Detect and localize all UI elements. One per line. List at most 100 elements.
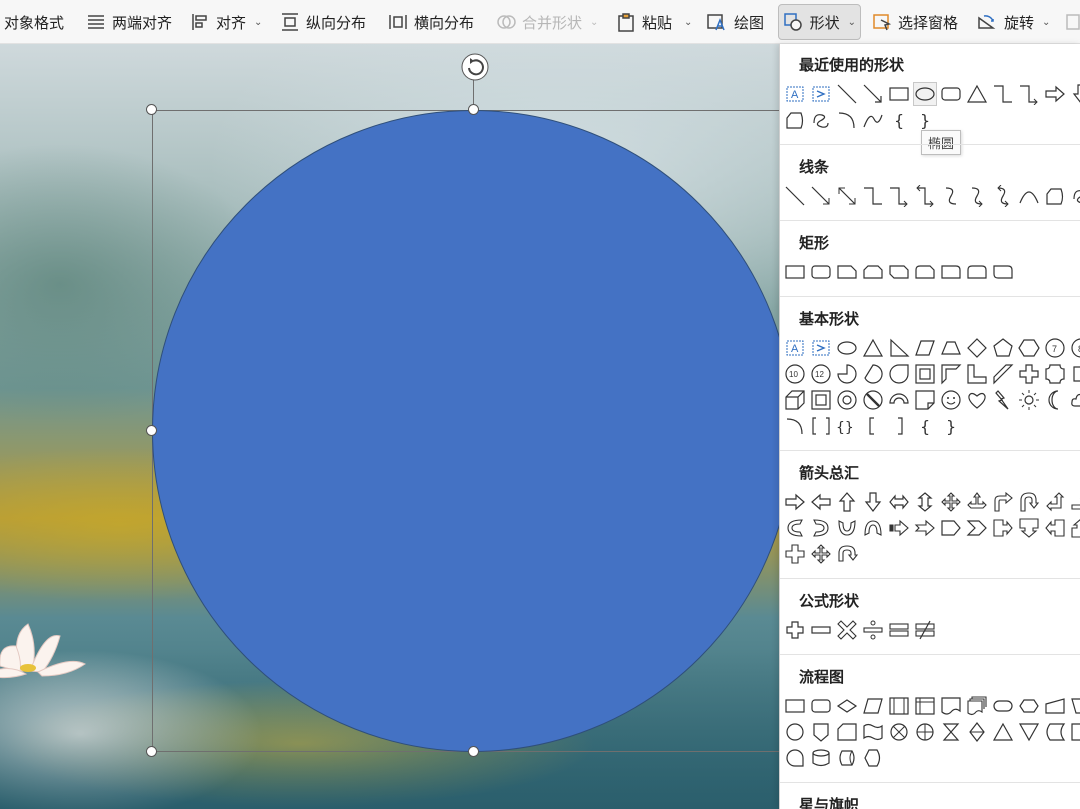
freeform-icon[interactable]	[1043, 184, 1067, 208]
sun-icon[interactable]	[1017, 388, 1041, 412]
right-brace-icon[interactable]: }	[913, 108, 937, 132]
rectangle-icon[interactable]	[783, 260, 807, 284]
quad-arrow-icon[interactable]	[809, 542, 833, 566]
no-symbol-icon[interactable]	[861, 388, 885, 412]
bent-arrow-icon[interactable]	[991, 490, 1015, 514]
shapes-button[interactable]: 形状 ⌄	[778, 4, 861, 40]
justify-button[interactable]: 两端对齐	[82, 4, 176, 40]
snip-corner-rectangle-icon[interactable]	[835, 260, 859, 284]
chevron-icon[interactable]	[965, 516, 989, 540]
minus-icon[interactable]	[809, 618, 833, 642]
up-down-arrow-icon[interactable]	[913, 490, 937, 514]
l-shape-icon[interactable]	[965, 362, 989, 386]
slide-canvas[interactable]	[0, 44, 780, 809]
flowchart-data-icon[interactable]	[861, 694, 885, 718]
curved-down-arrow-icon[interactable]	[861, 516, 885, 540]
resize-handle-bottom[interactable]	[468, 746, 479, 757]
flowchart-alternate-process-icon[interactable]	[809, 694, 833, 718]
plaque-icon[interactable]	[1043, 362, 1067, 386]
frame-icon[interactable]	[913, 362, 937, 386]
down-arrow-icon[interactable]	[1069, 82, 1080, 106]
trapezoid-icon[interactable]	[939, 336, 963, 360]
circular-arrow-icon[interactable]	[835, 542, 859, 566]
textbox-icon[interactable]: A	[783, 82, 807, 106]
quad-arrow-callout-icon[interactable]	[783, 542, 807, 566]
quad-arrow-icon[interactable]	[939, 490, 963, 514]
triangle-icon[interactable]	[861, 336, 885, 360]
line-icon[interactable]	[783, 184, 807, 208]
rectangle-icon[interactable]	[887, 82, 911, 106]
resize-handle-top-left[interactable]	[146, 104, 157, 115]
flowchart-stored-data-icon[interactable]	[1043, 720, 1067, 744]
snip-diagonal-rectangle-icon[interactable]	[887, 260, 911, 284]
paste-button[interactable]: 粘贴	[612, 4, 676, 40]
left-brace-icon[interactable]: {	[913, 414, 937, 438]
arc-icon[interactable]	[835, 108, 859, 132]
left-brace-icon[interactable]: {	[887, 108, 911, 132]
chord-icon[interactable]	[861, 362, 885, 386]
round-diagonal-rectangle-icon[interactable]	[991, 260, 1015, 284]
pentagon-icon[interactable]	[991, 336, 1015, 360]
paste-dropdown[interactable]: ⌄	[678, 4, 696, 40]
flowchart-manual-operation-icon[interactable]	[1069, 694, 1080, 718]
rotate-handle-icon[interactable]	[460, 52, 490, 82]
right-arrow-icon[interactable]	[1043, 82, 1067, 106]
right-triangle-icon[interactable]	[887, 336, 911, 360]
ellipse-icon[interactable]	[835, 336, 859, 360]
diamond-icon[interactable]	[965, 336, 989, 360]
left-arrow-callout-icon[interactable]	[1043, 516, 1067, 540]
parallelogram-icon[interactable]	[913, 336, 937, 360]
left-right-arrow-icon[interactable]	[887, 490, 911, 514]
freeform-icon[interactable]	[783, 108, 807, 132]
diagonal-stripe-icon[interactable]	[991, 362, 1015, 386]
arrow-line-icon[interactable]	[809, 184, 833, 208]
up-arrow-callout-icon[interactable]	[1069, 516, 1080, 540]
flowchart-multidocument-icon[interactable]	[965, 694, 989, 718]
rounded-rectangle-icon[interactable]	[809, 260, 833, 284]
flowchart-magnetic-disk-icon[interactable]	[809, 746, 833, 770]
triangle-icon[interactable]	[965, 82, 989, 106]
octagon-icon[interactable]: 8	[1069, 336, 1080, 360]
moon-icon[interactable]	[1043, 388, 1067, 412]
up-arrow-icon[interactable]	[835, 490, 859, 514]
curve-icon[interactable]	[1017, 184, 1041, 208]
elbow-arrow-connector-icon[interactable]	[1017, 82, 1041, 106]
flowchart-sequential-storage-icon[interactable]	[783, 746, 807, 770]
lightning-bolt-icon[interactable]	[991, 388, 1015, 412]
ellipse-icon[interactable]	[913, 82, 937, 106]
double-arrow-line-icon[interactable]	[835, 184, 859, 208]
elbow-arrow-connector-icon[interactable]	[887, 184, 911, 208]
curved-arrow-connector-icon[interactable]	[965, 184, 989, 208]
half-frame-icon[interactable]	[939, 362, 963, 386]
round-single-corner-rectangle-icon[interactable]	[939, 260, 963, 284]
snip-round-rectangle-icon[interactable]	[913, 260, 937, 284]
elbow-connector-icon[interactable]	[861, 184, 885, 208]
smiley-face-icon[interactable]	[939, 388, 963, 412]
heptagon-icon[interactable]: 7	[1043, 336, 1067, 360]
curved-right-arrow-icon[interactable]	[783, 516, 807, 540]
object-format-button[interactable]: 对象格式	[0, 4, 68, 40]
hexagon-icon[interactable]	[1017, 336, 1041, 360]
flowchart-document-icon[interactable]	[939, 694, 963, 718]
multiply-icon[interactable]	[835, 618, 859, 642]
left-bracket-icon[interactable]	[861, 414, 885, 438]
arc-icon[interactable]	[783, 414, 807, 438]
folded-corner-icon[interactable]	[913, 388, 937, 412]
textbox-icon[interactable]: A	[783, 336, 807, 360]
flowchart-direct-access-storage-icon[interactable]	[835, 746, 859, 770]
right-arrow-callout-icon[interactable]	[991, 516, 1015, 540]
right-bracket-icon[interactable]	[887, 414, 911, 438]
flowchart-connector-icon[interactable]	[783, 720, 807, 744]
notched-right-arrow-icon[interactable]	[913, 516, 937, 540]
distribute-vertical-button[interactable]: 纵向分布	[276, 4, 370, 40]
cube-icon[interactable]	[783, 388, 807, 412]
right-brace-icon[interactable]: }	[939, 414, 963, 438]
flowchart-terminator-icon[interactable]	[991, 694, 1015, 718]
flowchart-offpage-connector-icon[interactable]	[809, 720, 833, 744]
cross-icon[interactable]	[1017, 362, 1041, 386]
flowchart-internal-storage-icon[interactable]	[913, 694, 937, 718]
curved-left-arrow-icon[interactable]	[809, 516, 833, 540]
flowchart-preparation-icon[interactable]	[1017, 694, 1041, 718]
elbow-connector-icon[interactable]	[991, 82, 1015, 106]
cloud-icon[interactable]	[1069, 388, 1080, 412]
